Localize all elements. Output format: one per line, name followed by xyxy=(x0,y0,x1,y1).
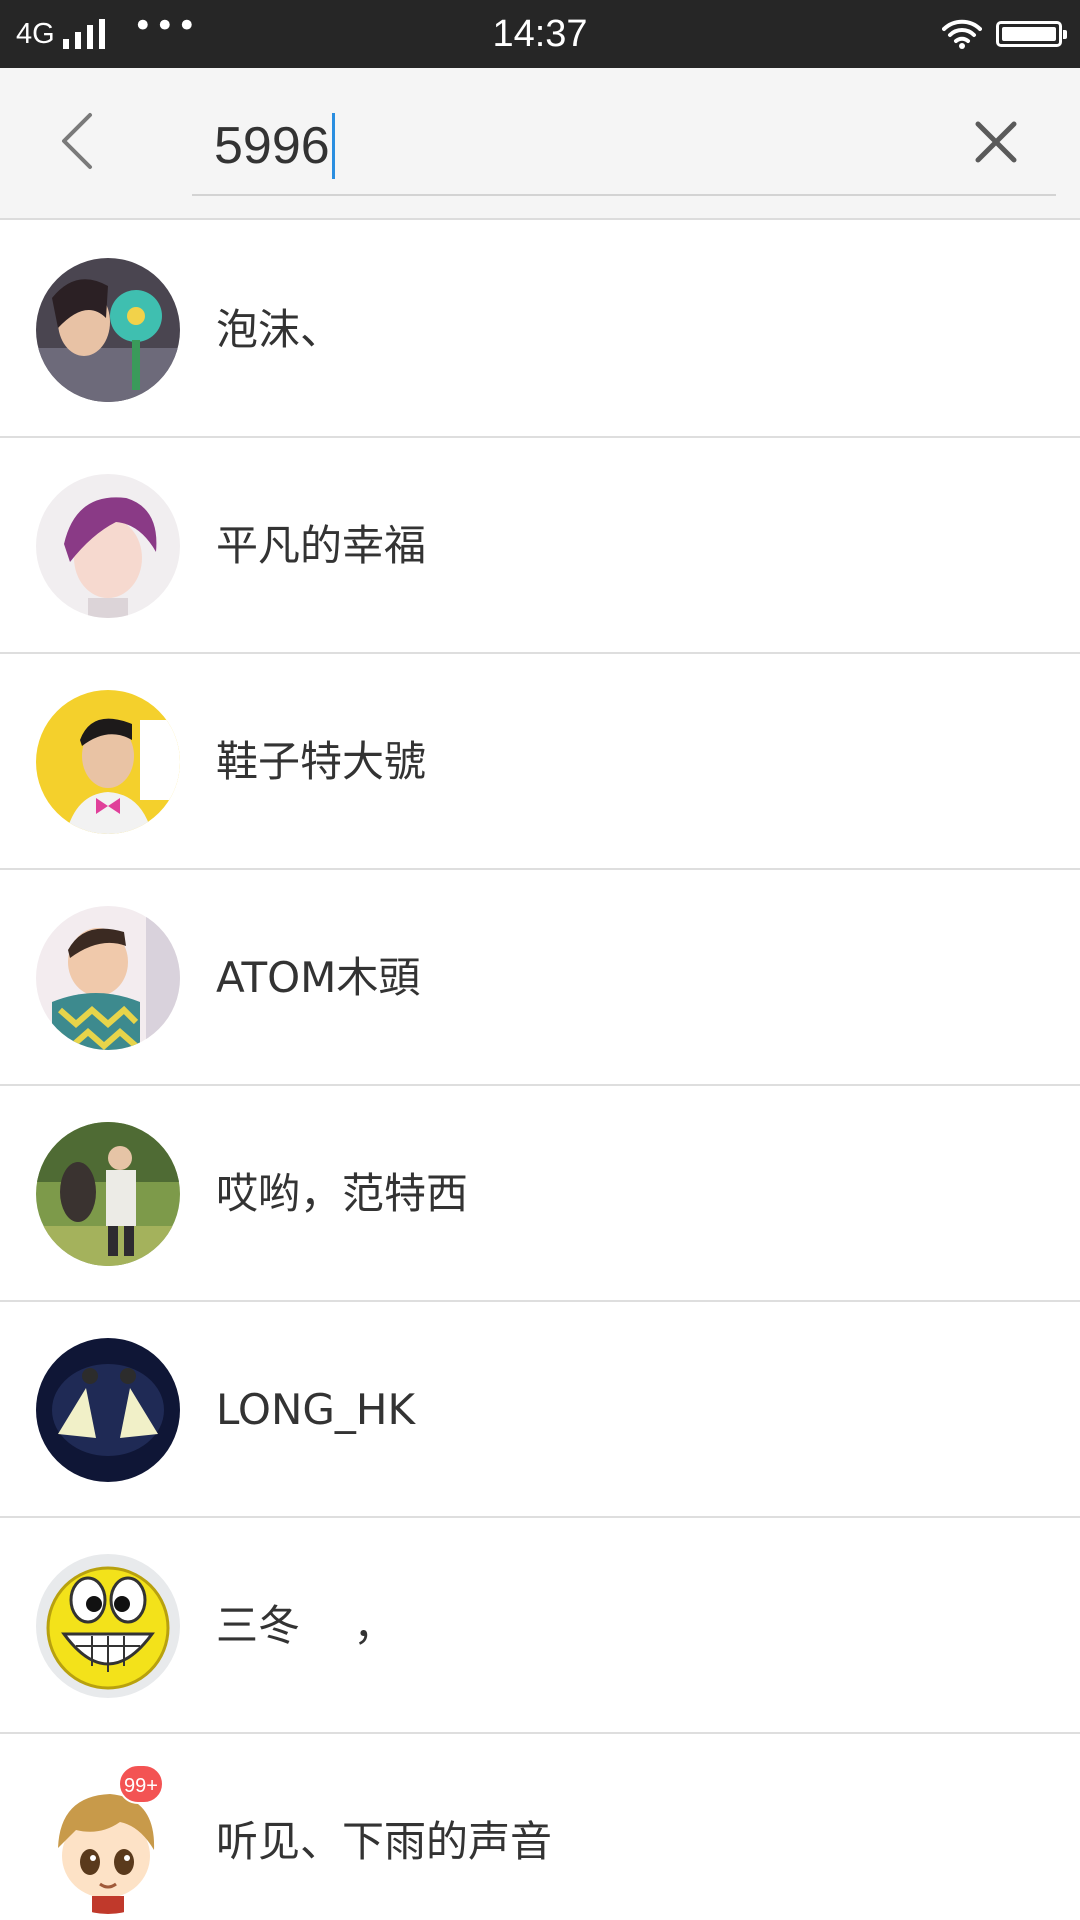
status-time: 14:37 xyxy=(492,13,588,55)
search-screen: 4G ••• 14:37 5996 泡沫、 平凡的幸福 鞋子特大號 ATOM木頭… xyxy=(0,0,1080,1920)
result-item[interactable]: 泡沫、 xyxy=(0,222,1080,438)
status-bar: 4G ••• 14:37 xyxy=(0,0,1080,68)
battery-icon xyxy=(996,21,1067,47)
result-item[interactable]: 三冬 ， xyxy=(0,1518,1080,1734)
result-name: 泡沫、 xyxy=(216,305,343,354)
clear-button[interactable] xyxy=(964,110,1028,174)
result-item[interactable]: 哎哟，范特西 xyxy=(0,1086,1080,1302)
avatar xyxy=(36,690,180,834)
result-name: 哎哟，范特西 xyxy=(216,1169,469,1218)
back-button[interactable] xyxy=(36,104,120,178)
text-caret xyxy=(331,113,335,179)
photo-avatar-icon xyxy=(36,1122,180,1266)
close-icon xyxy=(975,121,1017,163)
avatar xyxy=(36,906,180,1050)
avatar xyxy=(36,474,180,618)
result-name: 鞋子特大號 xyxy=(216,737,427,786)
result-name: 平凡的幸福 xyxy=(216,521,427,570)
avatar xyxy=(36,1338,180,1482)
photo-avatar-icon xyxy=(36,474,180,618)
result-item[interactable]: 平凡的幸福 xyxy=(0,438,1080,654)
search-field[interactable]: 5996 xyxy=(192,98,1056,196)
avatar xyxy=(36,1554,180,1698)
photo-avatar-icon xyxy=(36,1338,180,1482)
result-item[interactable]: 鞋子特大號 xyxy=(0,654,1080,870)
result-item[interactable]: 99+ 听见、下雨的声音 xyxy=(0,1734,1080,1920)
unread-badge: 99+ xyxy=(118,1764,164,1804)
result-name: 听见、下雨的声音 xyxy=(216,1817,553,1866)
chevron-left-icon xyxy=(62,113,92,169)
smiley-avatar-icon xyxy=(36,1554,180,1698)
result-name: 三冬 ， xyxy=(216,1601,396,1650)
search-input-value: 5996 xyxy=(214,117,330,175)
avatar xyxy=(36,258,180,402)
result-name: LONG_HK xyxy=(216,1385,416,1434)
photo-avatar-icon xyxy=(36,906,180,1050)
photo-avatar-icon xyxy=(36,690,180,834)
result-name: ATOM木頭 xyxy=(216,953,421,1002)
search-input[interactable]: 5996 xyxy=(214,98,335,194)
wifi-icon xyxy=(942,19,982,49)
status-right xyxy=(942,0,1067,68)
photo-avatar-icon xyxy=(36,258,180,402)
result-item[interactable]: LONG_HK xyxy=(0,1302,1080,1518)
search-header: 5996 xyxy=(0,68,1080,220)
search-result-list: 泡沫、 平凡的幸福 鞋子特大號 ATOM木頭 哎哟，范特西 LONG_HK 三冬… xyxy=(0,222,1080,1920)
result-item[interactable]: ATOM木頭 xyxy=(0,870,1080,1086)
avatar xyxy=(36,1122,180,1266)
